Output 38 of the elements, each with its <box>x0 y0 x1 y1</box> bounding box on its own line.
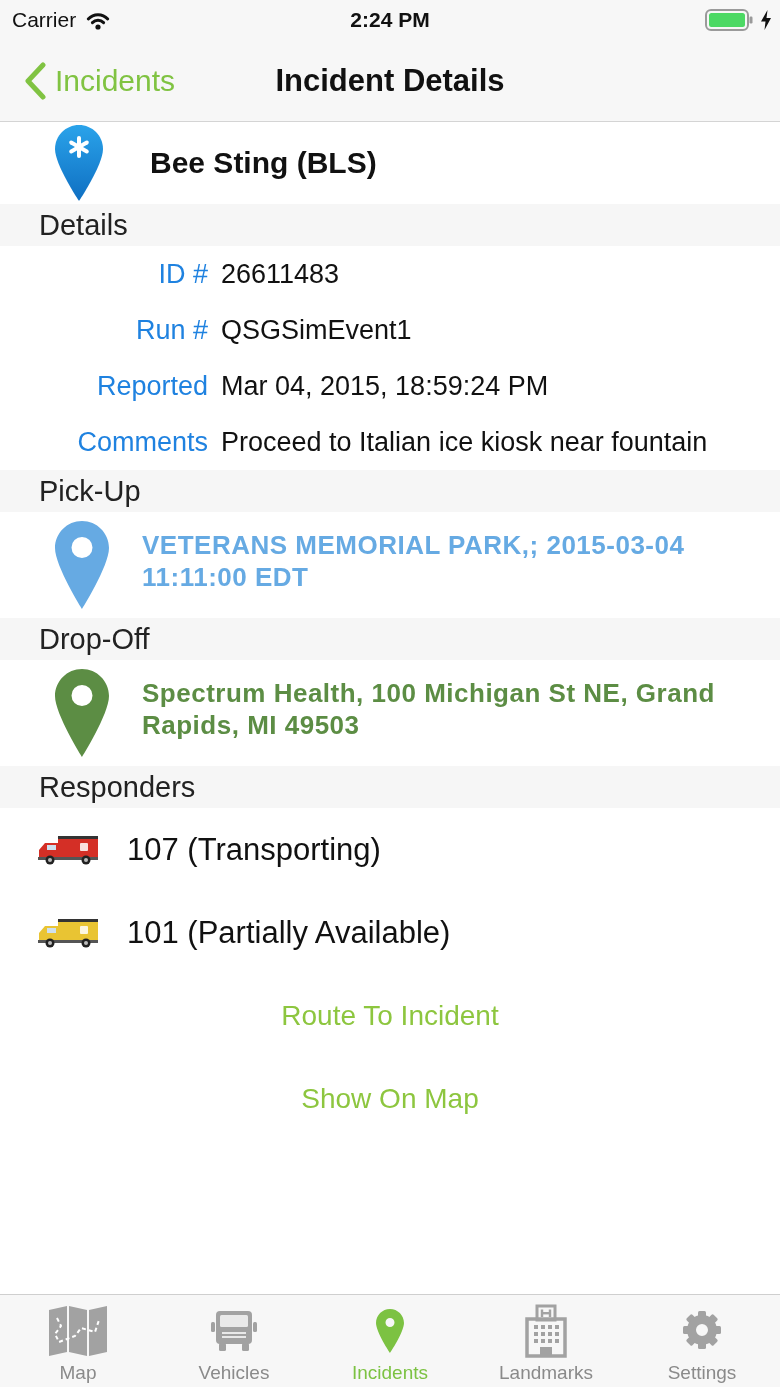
field-label: Reported <box>95 370 208 402</box>
incident-title: Bee Sting (BLS) <box>150 146 377 180</box>
settings-icon <box>682 1310 722 1350</box>
medical-pin-icon <box>55 125 103 201</box>
back-button[interactable]: Incidents <box>24 61 176 100</box>
tab-bar-item[interactable]: Map <box>0 1295 156 1387</box>
tab-bar-item[interactable]: Vehicles <box>156 1295 312 1387</box>
wifi-icon <box>85 10 112 30</box>
section-header: Drop-Off <box>0 618 780 660</box>
responder-label[interactable]: 101 (Partially Available) <box>127 914 451 951</box>
tab-bar-item[interactable]: Landmarks <box>468 1295 624 1387</box>
field-label: ID # <box>157 258 208 290</box>
tab-bar-item[interactable]: Settings <box>624 1295 780 1387</box>
field-value: Proceed to Italian ice kiosk near fountain <box>221 426 709 458</box>
address-text: VETERANS MEMORIAL PARK,; 2015-03-04 11:11:00 EDT <box>142 529 686 593</box>
responder-label[interactable]: 107 (Transporting) <box>127 831 381 868</box>
tab-bar-item[interactable]: Incidents <box>312 1295 468 1387</box>
truck-icon <box>211 1311 257 1351</box>
time-label: 2:24 PM <box>350 8 430 32</box>
field-value: Mar 04, 2015, 18:59:24 PM <box>221 370 550 402</box>
nav-title: Incident Details <box>275 62 505 99</box>
pin-icon <box>376 1309 404 1353</box>
field-value: 26611483 <box>221 258 341 290</box>
field-label: Run # <box>134 314 208 346</box>
chevron-left-icon <box>24 61 46 100</box>
charging-bolt-icon <box>761 10 771 30</box>
section-header: Pick-Up <box>0 470 780 512</box>
field-value: QSGSimEvent1 <box>221 314 413 346</box>
building-icon <box>525 1304 567 1358</box>
section-header: Details <box>0 204 780 246</box>
section-header: Responders <box>0 766 780 808</box>
carrier-label: Carrier <box>12 8 77 32</box>
action-button[interactable]: Show On Map <box>301 1082 479 1115</box>
action-button[interactable]: Route To Incident <box>281 999 499 1032</box>
field-label: Comments <box>76 426 208 458</box>
battery-icon <box>705 9 753 31</box>
map-icon <box>49 1306 107 1356</box>
address-text: Spectrum Health, 100 Michigan St NE, Grand Rapids, MI 49503 <box>142 677 716 741</box>
